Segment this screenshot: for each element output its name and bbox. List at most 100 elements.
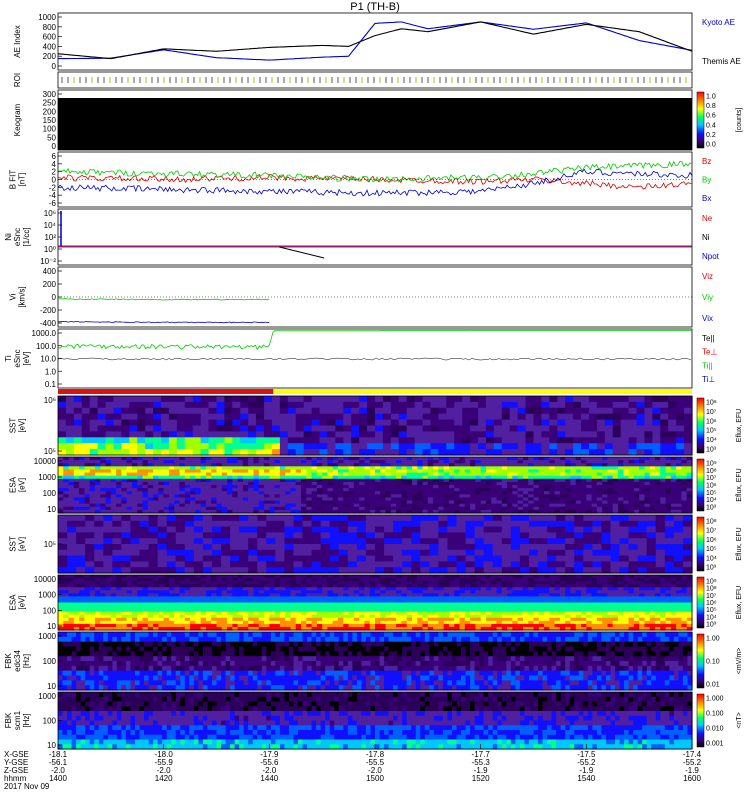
colorbar-tick: 10³ <box>706 565 717 572</box>
y-tick-label: 1000.0 <box>32 329 57 338</box>
y-axis-label: ROI <box>13 73 22 87</box>
mode-bar-red <box>58 389 274 394</box>
colorbar-tick: 0.10 <box>706 659 720 666</box>
colorbar-tick: 10⁴ <box>706 614 717 621</box>
colorbar-tick: 10⁶ <box>706 418 717 425</box>
colorbar-title: Eflux, EFU <box>736 468 743 501</box>
colorbar-tick: 10⁹ <box>706 579 717 586</box>
series-bx <box>57 168 693 197</box>
y-tick-label: 150 <box>43 116 57 125</box>
footer-value: 1440 <box>260 774 278 783</box>
colorbar-tick: 1.0 <box>706 94 716 101</box>
colorbar-tick: 0.2 <box>706 132 716 139</box>
colorbar-title: <nT> <box>736 712 743 728</box>
colorbar-tick: 10⁷ <box>706 475 717 482</box>
colorbar-tick: 1.000 <box>706 696 724 703</box>
colorbar-tick: 10⁸ <box>706 400 717 407</box>
colorbar <box>696 693 705 748</box>
colorbar-title: Eflux, EFU <box>736 409 743 442</box>
colorbar <box>696 516 705 572</box>
y-tick-label: 100 <box>43 125 57 134</box>
y-tick-label: 10000 <box>34 575 57 584</box>
y-tick-label: 300 <box>43 90 57 99</box>
y-tick-label: 0 <box>52 62 57 71</box>
panel-density: NieSnc[1/cc] 10⁶ 10⁴ 10² 10⁰ 10⁻² Ne Ni Npot <box>4 208 720 266</box>
footer-value: 1540 <box>577 774 595 783</box>
series-viy <box>57 298 270 301</box>
y-tick-label: 250 <box>43 99 57 108</box>
series-ni <box>279 246 325 259</box>
y-tick-label: 1000 <box>38 473 56 482</box>
legend-viz: Viz <box>702 272 713 281</box>
series-bz <box>57 174 693 190</box>
footer-value: 1600 <box>683 774 701 783</box>
y-tick-label: 50 <box>47 133 56 142</box>
footer-value: 1500 <box>366 774 384 783</box>
colorbar-tick: 0.4 <box>706 122 716 129</box>
colorbar-tick: 0.6 <box>706 113 716 120</box>
y-tick-label: 400 <box>43 267 57 276</box>
y-tick-label: 600 <box>43 33 57 42</box>
y-tick-label: 100 <box>43 606 57 615</box>
legend-te-: Te⊥ <box>702 348 717 357</box>
y-tick-label: 10⁵ <box>44 540 56 549</box>
panel-frame <box>57 71 693 89</box>
colorbar-tick: 0.0 <box>706 142 716 149</box>
y-tick-label: 1000 <box>38 632 56 641</box>
y-tick-label: 1000 <box>38 591 56 600</box>
y-axis-label: NieSnc[1/cc] <box>4 227 31 246</box>
footer-value: 1400 <box>49 774 67 783</box>
y-axis-label: FBKscm1[Hz] <box>4 710 31 730</box>
y-tick-label: 10 <box>47 622 56 631</box>
colorbar-tick: 10⁴ <box>706 555 717 562</box>
panel-velocity: Vi[km/s] 400 200 0 -200 -400 Viz Viy Vix <box>9 266 713 328</box>
y-tick-label: 10⁴ <box>44 221 57 230</box>
colorbar-tick: 0.001 <box>706 741 724 748</box>
footer-value: 1420 <box>155 774 173 783</box>
mode-bar-yellow <box>273 389 692 394</box>
legend-bx: Bx <box>702 194 711 203</box>
legend-ti-: Ti|| <box>702 361 713 370</box>
colorbar-title: <mV/m> <box>736 648 743 674</box>
panel-temp: TieSnc[eV] 1000.0 100.0 10.0 1.0 0.1 Te|| Te⊥ Ti… <box>4 328 717 389</box>
colorbar-tick: 10⁹ <box>706 461 717 468</box>
colorbar-tick: 10⁴ <box>706 437 717 444</box>
colorbar-tick: 10⁶ <box>706 537 717 544</box>
footer-value: 1520 <box>472 774 490 783</box>
panel-frame <box>57 12 693 71</box>
mode-bar <box>58 389 692 394</box>
series-vix <box>57 320 270 324</box>
panel-esa_i: ESA[eV] 10000 1000 100 10 10⁹10⁸10⁷10⁶10⁵10⁴1… <box>9 574 743 631</box>
legend-ne: Ne <box>702 214 713 223</box>
colorbar-tick: 10⁷ <box>706 593 717 600</box>
y-tick-label: 10 <box>47 682 56 691</box>
panel-fbk_e: FBKedc34[Hz] 1000 100 10 1.00 0.10 0.01 <mV/m> <box>4 631 743 691</box>
y-tick-label: 0 <box>52 142 57 151</box>
colorbar-tick: 10⁶ <box>706 483 717 490</box>
y-tick-label: -6 <box>49 199 57 208</box>
y-tick-label: -400 <box>40 319 57 328</box>
colorbar-tick: 0.01 <box>706 682 720 689</box>
y-tick-label: 10² <box>44 233 56 242</box>
colorbar-tick: 10⁸ <box>706 519 717 526</box>
series-themis-ae <box>57 21 693 60</box>
y-tick-label: 0.1 <box>45 380 57 389</box>
colorbar-tick: 0.100 <box>706 711 724 718</box>
colorbar <box>696 91 705 149</box>
legend-vix: Vix <box>702 314 713 323</box>
colorbar <box>696 633 705 689</box>
y-axis-label: TieSnc[eV] <box>4 349 31 367</box>
colorbar <box>696 397 705 454</box>
colorbar-tick: 10⁸ <box>706 586 717 593</box>
panel-frame <box>57 151 693 208</box>
panel-fbk_b: FBKscm1[Hz] 1000 100 10 1.000 0.100 0.010 0.001… <box>4 691 743 750</box>
themis-summary-plot: P1 (TH-B) AE Index10008006004002000Kyoto… <box>4 1 743 791</box>
y-tick-label: 200 <box>43 280 57 289</box>
y-tick-label: -200 <box>40 306 57 315</box>
series-te-par <box>57 357 692 361</box>
panel-sst_i: SST[eV] 10⁵ 10⁸ 10⁷ 10⁶ 10⁵ 10⁴ 10³ Eflux, EFU <box>9 514 743 574</box>
legend-themis-ae: Themis AE <box>702 57 741 66</box>
legend-kyoto-ae: Kyoto AE <box>702 18 735 27</box>
colorbar-tick: 10⁵ <box>706 546 717 553</box>
panel-esa_e: ESA[eV] 10000 1000 100 10 10⁹10⁸10⁷10⁶10⁵10⁴1… <box>9 456 743 514</box>
